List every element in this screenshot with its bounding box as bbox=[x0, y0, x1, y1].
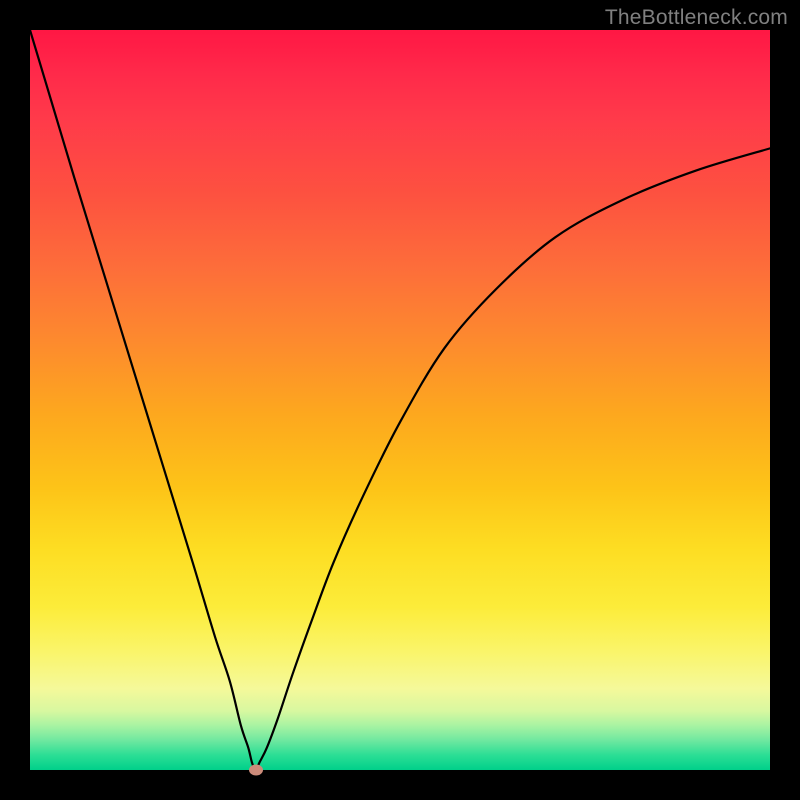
bottleneck-curve bbox=[30, 30, 770, 770]
chart-frame: TheBottleneck.com bbox=[0, 0, 800, 800]
watermark-label: TheBottleneck.com bbox=[605, 6, 788, 30]
minimum-marker bbox=[249, 765, 263, 776]
curve-path bbox=[30, 30, 770, 770]
